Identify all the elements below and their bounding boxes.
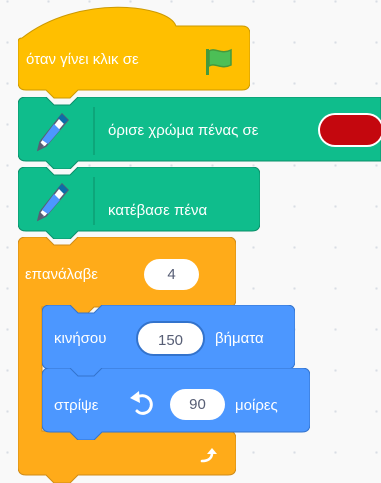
move-label: κινήσου [54, 330, 107, 347]
move-steps-input[interactable]: 150 [136, 321, 205, 356]
when-flag-clicked-label: όταν γίνει κλικ σε [26, 51, 139, 68]
set-pen-color-label: όρισε χρώμα πένας σε [108, 122, 259, 139]
turn-degrees-input[interactable]: 90 [170, 389, 225, 420]
pen-color-swatch[interactable] [318, 113, 381, 147]
pen-icon [36, 182, 70, 222]
pen-down-label: κατέβασε πένα [108, 202, 208, 219]
pen-icon [36, 112, 70, 152]
repeat-label: επανάλαβε [25, 266, 98, 283]
rotate-left-icon [130, 391, 153, 415]
repeat-times-input[interactable]: 4 [144, 259, 199, 290]
loop-arrow-icon [200, 448, 217, 463]
move-suffix-label: βήματα [215, 330, 264, 347]
pen-color-value [320, 115, 381, 145]
turn-suffix-label: μοίρες [235, 397, 278, 414]
green-flag-icon [206, 48, 232, 75]
turn-label: στρίψε [54, 397, 99, 414]
